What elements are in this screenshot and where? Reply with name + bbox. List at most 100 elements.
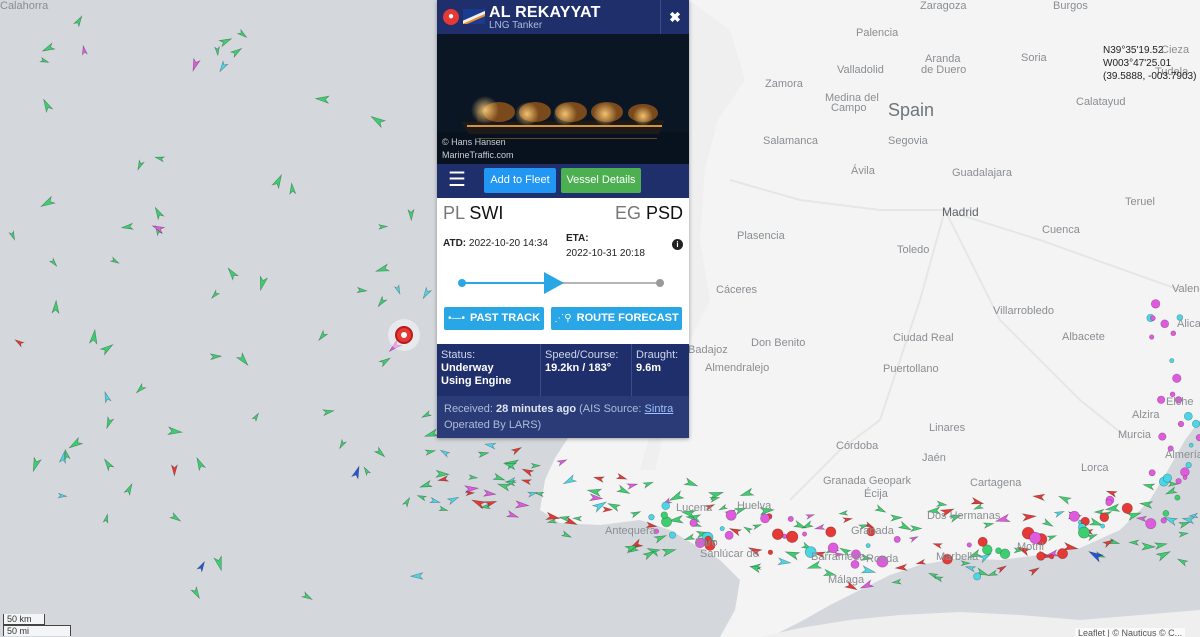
anchored-vessel-icon[interactable] xyxy=(1195,434,1200,442)
anchored-vessel-icon[interactable] xyxy=(1169,358,1175,364)
departure-port[interactable]: PL SWI xyxy=(443,203,503,224)
place-label: Don Benito xyxy=(751,337,806,349)
anchored-vessel-icon[interactable] xyxy=(661,501,670,511)
anchored-vessel-icon[interactable] xyxy=(1180,467,1190,477)
anchored-vessel-icon[interactable] xyxy=(767,549,774,555)
ais-source-link[interactable]: Sintra xyxy=(645,403,674,415)
anchored-vessel-icon[interactable] xyxy=(660,511,668,519)
hamburger-menu-icon[interactable]: ☰ xyxy=(445,170,469,192)
voyage-section: PL SWI EG PSD ATD: 2022-10-20 14:34 ETA:… xyxy=(437,198,689,341)
popup-toolbar: ☰ Add to Fleet Vessel Details xyxy=(437,164,689,198)
anchored-vessel-icon[interactable] xyxy=(1160,319,1170,329)
past-track-button[interactable]: •—• PAST TRACK xyxy=(444,307,544,330)
anchored-vessel-icon[interactable] xyxy=(689,518,698,527)
anchored-vessel-icon[interactable] xyxy=(1150,299,1161,309)
vessel-photo[interactable]: © Hans Hansen MarineTraffic.com xyxy=(437,34,689,164)
eta-value: 2022-10-31 20:18 xyxy=(566,248,645,259)
map-attribution[interactable]: Leaflet | © Nauticus © C... xyxy=(1075,628,1186,637)
anchored-vessel-icon[interactable] xyxy=(724,530,734,540)
place-label: Calatayud xyxy=(1076,96,1126,108)
destination-port-code: PSD xyxy=(645,203,683,223)
place-label: Alicante xyxy=(1177,318,1200,330)
place-label: Barrameda xyxy=(811,551,866,563)
anchored-vessel-icon[interactable] xyxy=(1162,510,1170,517)
track-dots-icon: •—• xyxy=(447,313,465,324)
anchored-vessel-icon[interactable] xyxy=(825,526,837,538)
anchored-vessel-icon[interactable] xyxy=(1150,315,1156,321)
anchored-vessel-icon[interactable] xyxy=(1170,330,1177,337)
draught-block: Draught: 9.6m xyxy=(632,344,689,396)
scale-bar: 50 km 50 mi xyxy=(3,614,71,636)
place-label: Motril xyxy=(1017,541,1044,553)
place-label: Cuenca xyxy=(1042,224,1080,236)
anchored-vessel-icon[interactable] xyxy=(771,528,784,540)
place-label: Almería xyxy=(1165,449,1200,461)
anchored-vessel-icon[interactable] xyxy=(1049,553,1055,560)
anchored-vessel-icon[interactable] xyxy=(719,526,725,532)
place-label: Elche xyxy=(1166,396,1194,408)
anchored-vessel-icon[interactable] xyxy=(1099,512,1110,523)
anchored-vessel-icon[interactable] xyxy=(787,515,794,522)
anchored-vessel-icon[interactable] xyxy=(760,513,770,524)
place-label: Huelva xyxy=(737,500,772,512)
anchored-vessel-icon[interactable] xyxy=(1174,494,1181,501)
operated-by: Operated By LARS) xyxy=(444,419,542,431)
place-label: Plasencia xyxy=(737,230,785,242)
anchored-vessel-icon[interactable] xyxy=(1145,518,1157,530)
place-label: Burgos xyxy=(1053,0,1088,12)
anchored-vessel-icon[interactable] xyxy=(786,530,799,543)
anchored-vessel-icon[interactable] xyxy=(966,542,972,548)
anchored-vessel-icon[interactable] xyxy=(1105,498,1113,507)
place-label: Granada xyxy=(851,525,894,537)
anchored-vessel-icon[interactable] xyxy=(865,543,871,549)
progress-remaining xyxy=(553,282,661,284)
anchored-vessel-icon[interactable] xyxy=(1036,551,1046,561)
anchored-vessel-icon[interactable] xyxy=(1188,442,1194,448)
anchored-vessel-icon[interactable] xyxy=(1183,411,1193,421)
anchored-vessel-icon[interactable] xyxy=(893,535,901,543)
anchored-vessel-icon[interactable] xyxy=(1157,395,1166,404)
departure-port-code: SWI xyxy=(469,203,504,223)
anchored-vessel-icon[interactable] xyxy=(973,572,982,581)
anchored-vessel-icon[interactable] xyxy=(1148,469,1156,477)
anchored-vessel-icon[interactable] xyxy=(648,514,655,521)
close-icon[interactable]: ✖ xyxy=(660,0,689,34)
past-track-label: PAST TRACK xyxy=(469,312,541,324)
place-label: Marbella xyxy=(936,551,979,563)
destination-port[interactable]: EG PSD xyxy=(615,203,683,224)
vessel-details-button[interactable]: Vessel Details xyxy=(561,168,641,193)
place-label: Teruel xyxy=(1125,196,1155,208)
anchored-vessel-icon[interactable] xyxy=(995,547,1002,555)
anchored-vessel-icon[interactable] xyxy=(1158,432,1167,441)
eta-label: ETA: xyxy=(566,233,589,244)
route-forecast-button[interactable]: ⋰⚲ ROUTE FORECAST xyxy=(551,307,682,330)
place-label: Campo xyxy=(831,102,867,114)
anchored-vessel-icon[interactable] xyxy=(1068,510,1080,522)
anchored-vessel-icon[interactable] xyxy=(725,509,737,521)
anchored-vessel-icon[interactable] xyxy=(1182,475,1188,480)
anchored-vessel-icon[interactable] xyxy=(1100,523,1106,529)
anchored-vessel-icon[interactable] xyxy=(1175,478,1182,485)
anchored-vessel-icon[interactable] xyxy=(1078,526,1090,539)
info-icon[interactable]: i xyxy=(672,239,683,250)
speed-course-value: 19.2kn / 183° xyxy=(545,362,612,374)
anchored-vessel-icon[interactable] xyxy=(982,544,993,555)
anchored-vessel-icon[interactable] xyxy=(1185,462,1192,469)
anchored-vessel-icon[interactable] xyxy=(802,531,808,537)
place-label: Lucena xyxy=(676,502,713,514)
anchored-vessel-icon[interactable] xyxy=(1057,548,1068,560)
anchored-vessel-icon[interactable] xyxy=(1191,419,1200,428)
anchored-vessel-icon[interactable] xyxy=(1160,517,1167,524)
eta: ETA: 2022-10-31 20:18 xyxy=(566,231,645,261)
add-to-fleet-button[interactable]: Add to Fleet xyxy=(484,168,556,193)
origin-dot-icon xyxy=(458,279,466,287)
anchored-vessel-icon[interactable] xyxy=(1162,473,1172,483)
place-label: Granada Geopark xyxy=(823,475,912,487)
selected-vessel-marker[interactable] xyxy=(388,319,420,351)
anchored-vessel-icon[interactable] xyxy=(1121,502,1133,514)
anchored-vessel-icon[interactable] xyxy=(1172,373,1182,383)
anchored-vessel-icon[interactable] xyxy=(668,531,677,539)
place-label: Écija xyxy=(864,488,888,500)
anchored-vessel-icon[interactable] xyxy=(1149,334,1155,340)
anchored-vessel-icon[interactable] xyxy=(1177,420,1185,428)
